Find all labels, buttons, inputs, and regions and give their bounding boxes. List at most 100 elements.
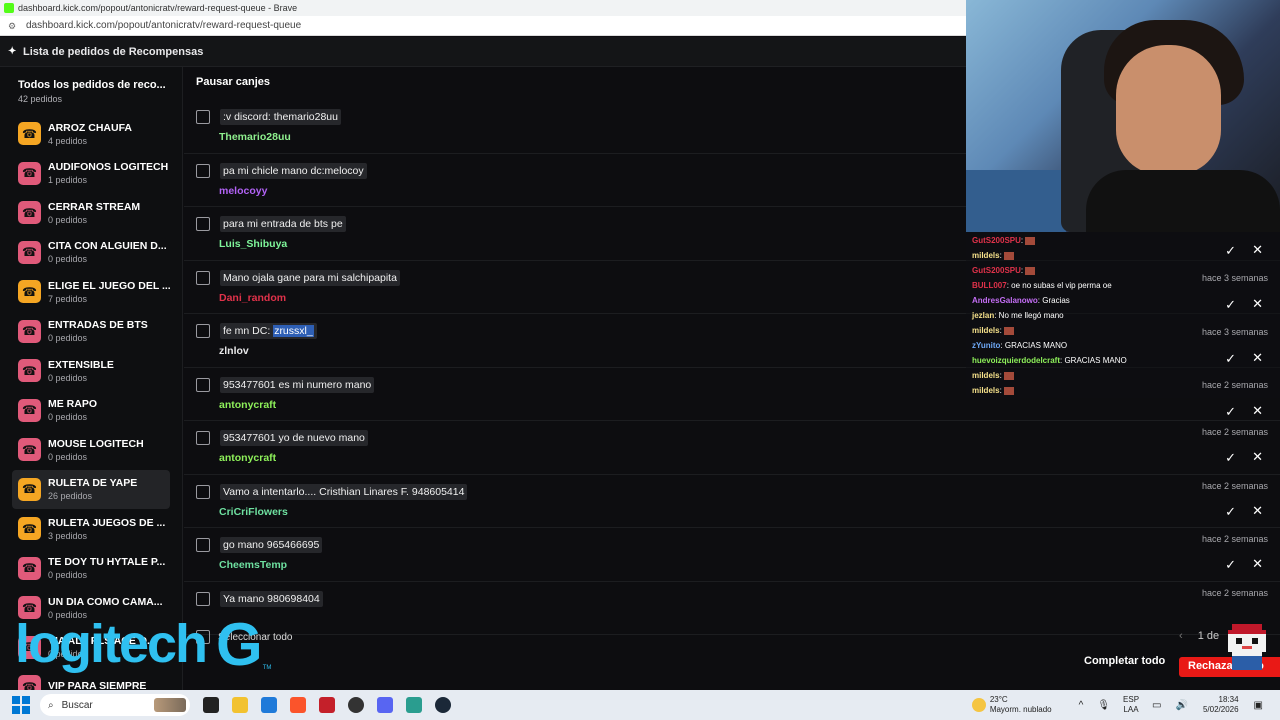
logitech-logo: logitech G TM	[15, 611, 271, 678]
notifications-icon[interactable]: ▣	[1254, 700, 1263, 711]
reject-x-icon[interactable]: ✕	[1252, 503, 1263, 519]
request-checkbox[interactable]	[196, 484, 210, 499]
request-checkbox[interactable]	[196, 591, 210, 606]
logitech-wordmark: logitech	[15, 614, 208, 674]
reward-label: ARROZ CHAUFA	[48, 121, 132, 134]
request-checkbox[interactable]	[196, 163, 210, 178]
request-username[interactable]: Dani_random	[219, 292, 286, 304]
request-message: Vamo a intentarlo.... Cristhian Linares …	[220, 483, 468, 500]
brave-browser-icon[interactable]	[290, 697, 306, 713]
chat-text: :	[999, 371, 1002, 380]
chat-username: mildels	[972, 386, 1000, 395]
obs-icon[interactable]	[348, 697, 364, 713]
sidebar-reward-item[interactable]: ☎ EXTENSIBLE 0 pedidos	[12, 351, 170, 391]
prev-page-icon[interactable]: ‹	[1179, 630, 1183, 642]
sidebar-reward-item[interactable]: ☎ TE DOY TU HYTALE P... 0 pedidos	[12, 549, 170, 589]
approve-check-icon[interactable]: ✓	[1225, 243, 1236, 259]
request-time: hace 2 semanas	[1201, 587, 1268, 598]
request-checkbox[interactable]	[196, 324, 210, 338]
app-icon-red[interactable]	[319, 697, 335, 713]
sidebar-reward-item[interactable]: ☎ AUDIFONOS LOGITECH 1 pedidos	[12, 154, 170, 194]
request-checkbox[interactable]	[196, 110, 210, 124]
request-username[interactable]: antonycraft	[219, 399, 276, 411]
task-view-icon[interactable]	[203, 697, 219, 713]
sidebar-reward-item[interactable]: ☎ RULETA DE YAPE 26 pedidos	[12, 469, 170, 509]
taskbar-search[interactable]: ⌕ Buscar	[40, 694, 190, 716]
chat-text: : No me llegó mano	[994, 311, 1064, 320]
request-username[interactable]: Themario28uu	[219, 131, 291, 143]
approve-check-icon[interactable]: ✓	[1225, 297, 1236, 313]
request-row: Ya mano 980698404 hace 2 semanas	[184, 582, 1280, 635]
approve-check-icon[interactable]: ✓	[1225, 450, 1236, 466]
request-username[interactable]: antonycraft	[219, 452, 276, 464]
sidebar-reward-item[interactable]: ☎ RULETA JUEGOS DE ... 3 pedidos	[12, 509, 170, 549]
site-settings-icon[interactable]: ⚙	[8, 21, 18, 30]
complete-all-button[interactable]: Completar todo	[1084, 655, 1165, 667]
sidebar-reward-item[interactable]: ☎ CITA CON ALGUIEN D... 0 pedidos	[12, 233, 170, 273]
reward-label: CERRAR STREAM	[48, 200, 141, 213]
reward-phone-icon: ☎	[18, 477, 41, 501]
reward-phone-icon: ☎	[18, 201, 41, 225]
reject-x-icon[interactable]: ✕	[1252, 556, 1263, 572]
reject-x-icon[interactable]: ✕	[1252, 403, 1263, 419]
url-text[interactable]: dashboard.kick.com/popout/antonicratv/re…	[26, 20, 301, 31]
sidebar-reward-item[interactable]: ☎ ENTRADAS DE BTS 0 pedidos	[12, 312, 170, 352]
request-username[interactable]: Luis_Shibuya	[219, 238, 287, 250]
windows-start-icon[interactable]	[12, 696, 30, 714]
discord-icon[interactable]	[377, 697, 393, 713]
reject-x-icon[interactable]: ✕	[1252, 350, 1263, 366]
microphone-icon[interactable]: 🎙	[1097, 700, 1110, 711]
sidebar-reward-item[interactable]: ☎ ME RAPO 0 pedidos	[12, 391, 170, 431]
request-time: hace 2 semanas	[1201, 427, 1268, 437]
weather-widget[interactable]: 23°C Mayorm. nublado	[971, 695, 1052, 715]
chat-emote-icon	[1003, 386, 1014, 395]
chat-emote-icon	[1003, 251, 1014, 260]
request-checkbox[interactable]	[196, 538, 210, 552]
notepad-icon[interactable]	[406, 697, 422, 713]
request-checkbox[interactable]	[196, 217, 210, 231]
chat-username: BULL007	[972, 281, 1007, 290]
chat-username: mildels	[972, 251, 1000, 260]
tray-chevron-up-icon[interactable]: ^	[1079, 700, 1084, 711]
network-icon[interactable]: ▭	[1152, 700, 1161, 711]
pause-redemptions-button[interactable]: Pausar canjes	[196, 76, 270, 88]
request-username[interactable]: CheemsTemp	[219, 559, 287, 571]
weather-temp: 23°C	[989, 695, 1008, 704]
approve-check-icon[interactable]: ✓	[1225, 351, 1236, 367]
clock-time: 18:34	[1218, 695, 1239, 704]
approve-check-icon[interactable]: ✓	[1225, 504, 1236, 520]
reward-count: 26 pedidos	[48, 491, 93, 502]
reward-label: ELIGE EL JUEGO DEL ...	[48, 279, 171, 292]
steam-icon[interactable]	[435, 697, 451, 713]
request-time: hace 2 semanas	[1201, 480, 1268, 491]
volume-icon[interactable]: 🔊	[1176, 700, 1188, 711]
chat-username: GutS200SPU	[972, 266, 1021, 275]
chat-message: zYunito: GRACIAS MANO	[972, 341, 1067, 350]
language-indicator[interactable]: ESP LAA	[1123, 695, 1139, 715]
request-checkbox[interactable]	[196, 431, 210, 445]
reject-x-icon[interactable]: ✕	[1252, 242, 1263, 258]
sidebar-reward-item[interactable]: ☎ ELIGE EL JUEGO DEL ... 7 pedidos	[12, 272, 171, 312]
chat-text: :	[1020, 266, 1024, 275]
request-checkbox[interactable]	[196, 377, 210, 392]
store-icon[interactable]	[261, 697, 277, 713]
clock-date: 5/02/2026	[1202, 705, 1239, 714]
chat-text: :	[999, 251, 1002, 260]
reward-phone-icon: ☎	[18, 675, 41, 690]
approve-check-icon[interactable]: ✓	[1225, 404, 1236, 420]
sidebar-reward-item[interactable]: ☎ MOUSE LOGITECH 0 pedidos	[12, 430, 170, 470]
approve-check-icon[interactable]: ✓	[1225, 557, 1236, 573]
sidebar-all-requests[interactable]: Todos los pedidos de reco... 42 pedidos	[0, 67, 182, 114]
sidebar-reward-item[interactable]: ☎ CERRAR STREAM 0 pedidos	[12, 193, 170, 233]
file-explorer-icon[interactable]	[232, 697, 248, 713]
chat-message: huevoizquierdodelcraft: GRACIAS MANO	[972, 356, 1127, 365]
pagination: ‹ 1 de	[1179, 630, 1219, 642]
sidebar-reward-item[interactable]: ☎ ARROZ CHAUFA 4 pedidos	[12, 114, 170, 154]
request-username[interactable]: zlnlov	[219, 345, 249, 357]
request-username[interactable]: melocoyy	[219, 185, 267, 197]
clock[interactable]: 18:34 5/02/2026	[1203, 695, 1239, 715]
reject-x-icon[interactable]: ✕	[1252, 449, 1263, 465]
reject-x-icon[interactable]: ✕	[1252, 296, 1263, 312]
request-checkbox[interactable]	[196, 270, 210, 285]
request-username[interactable]: CriCriFlowers	[219, 506, 288, 518]
